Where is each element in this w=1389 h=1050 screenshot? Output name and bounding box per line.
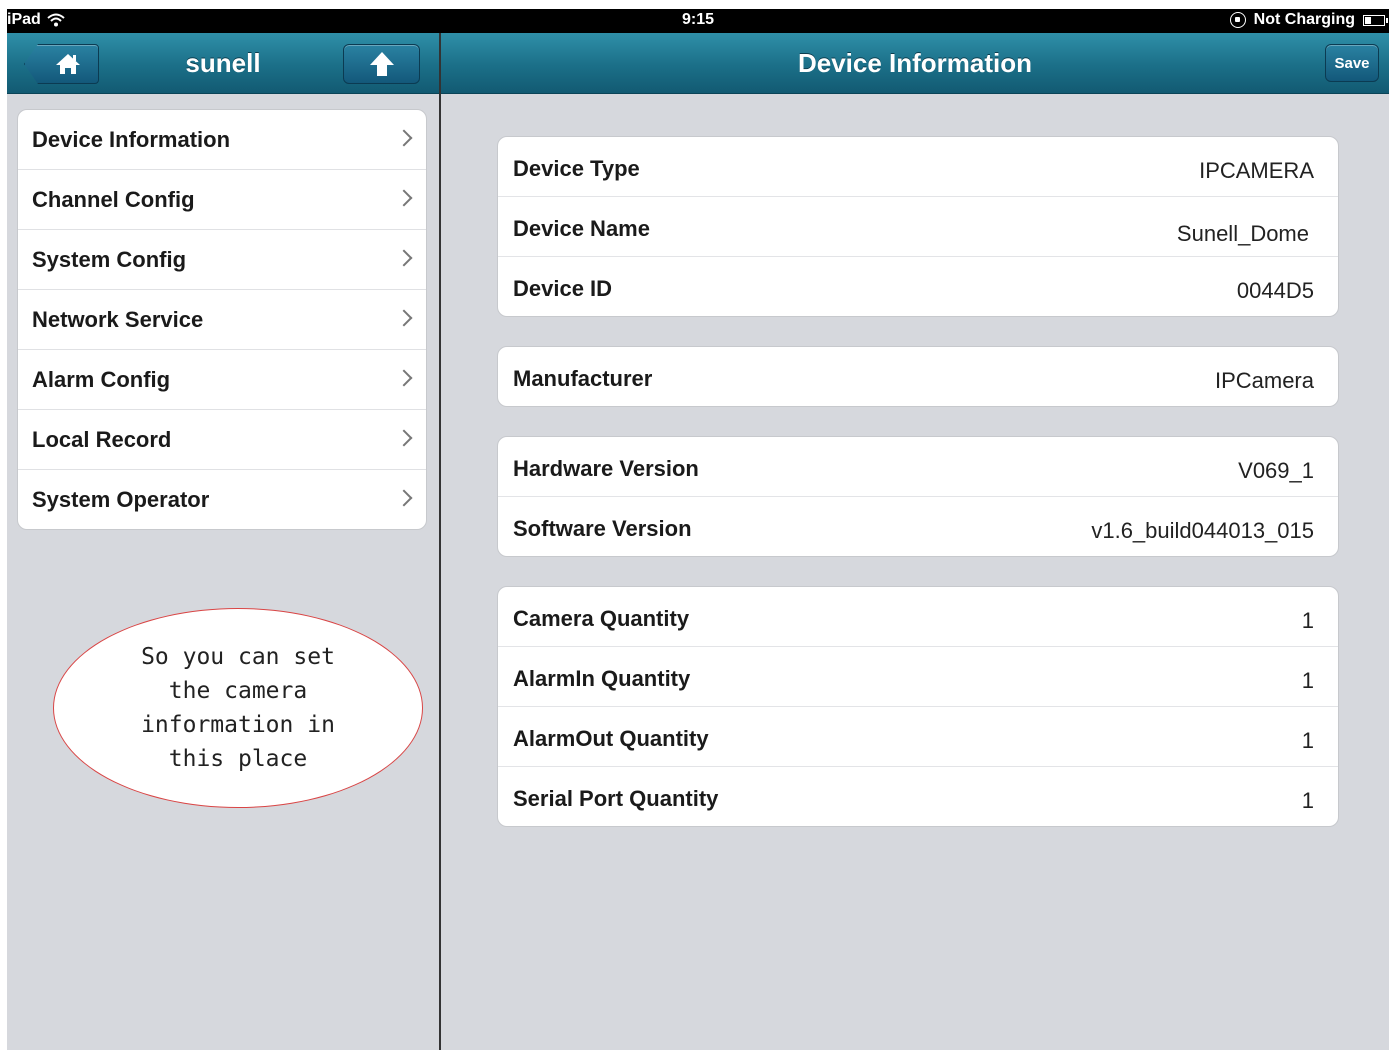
field-row-alarmin-quantity: AlarmIn Quantity 1 — [498, 647, 1338, 707]
callout-line: the camera — [168, 678, 308, 704]
field-label: AlarmOut Quantity — [513, 726, 709, 751]
quantity-group: Camera Quantity 1 AlarmIn Quantity 1 Ala… — [497, 586, 1339, 827]
field-value: 1 — [1301, 788, 1314, 813]
field-value: 0044D5 — [1236, 278, 1314, 303]
field-row-device-type: Device Type IPCAMERA — [498, 137, 1338, 197]
menu-item-alarm-config[interactable]: Alarm Config — [18, 350, 426, 410]
field-row-device-name[interactable]: Device Name Sunell_Dome — [498, 197, 1338, 257]
field-label: Device Type — [513, 156, 640, 181]
field-label: Camera Quantity — [513, 606, 690, 631]
field-value: 1 — [1301, 668, 1314, 693]
menu-item-system-config[interactable]: System Config — [18, 230, 426, 290]
pane-divider — [439, 33, 441, 1050]
chevron-right-icon — [395, 129, 413, 147]
menu-item-local-record[interactable]: Local Record — [18, 410, 426, 470]
callout-line: this place — [168, 746, 308, 772]
field-row-serial-port-quantity: Serial Port Quantity 1 — [498, 767, 1338, 826]
menu-item-network-service[interactable]: Network Service — [18, 290, 426, 350]
chevron-right-icon — [395, 369, 413, 387]
status-right: Not Charging — [1229, 11, 1388, 29]
up-button[interactable] — [343, 44, 420, 84]
charging-lock-icon — [1229, 12, 1246, 28]
callout-bubble: So you can set the camera information in… — [53, 608, 423, 808]
field-value: IPCamera — [1214, 368, 1314, 393]
device-name-input[interactable]: Sunell_Dome — [1177, 221, 1309, 247]
manufacturer-group: Manufacturer IPCamera — [497, 346, 1339, 407]
chevron-right-icon — [395, 309, 413, 327]
field-row-hardware-version: Hardware Version V069_1 — [498, 437, 1338, 497]
chevron-right-icon — [395, 429, 413, 447]
menu-item-label: Network Service — [32, 307, 204, 332]
menu-item-label: Device Information — [32, 127, 231, 152]
save-button[interactable]: Save — [1325, 44, 1379, 82]
battery-icon — [1363, 14, 1388, 26]
chevron-right-icon — [395, 249, 413, 267]
menu-item-label: Alarm Config — [32, 367, 171, 392]
home-icon — [55, 54, 80, 74]
menu-item-system-operator[interactable]: System Operator — [18, 470, 426, 529]
version-group: Hardware Version V069_1 Software Version… — [497, 436, 1339, 557]
chevron-right-icon — [395, 489, 413, 507]
field-label: Software Version — [513, 516, 692, 541]
field-value: 1 — [1301, 728, 1314, 753]
menu-item-label: System Config — [32, 247, 187, 272]
field-label: Device Name — [513, 216, 650, 241]
field-value: 1 — [1301, 608, 1314, 633]
field-value: V069_1 — [1238, 458, 1314, 483]
up-arrow-icon — [369, 52, 394, 76]
field-row-manufacturer: Manufacturer IPCamera — [498, 347, 1338, 406]
field-row-camera-quantity: Camera Quantity 1 — [498, 587, 1338, 647]
callout-text: So you can set the camera information in… — [128, 640, 348, 776]
callout-line: So you can set — [141, 644, 335, 670]
field-value: v1.6_build044013_015 — [1091, 518, 1314, 543]
field-value: IPCAMERA — [1199, 158, 1314, 183]
menu-item-label: System Operator — [32, 487, 210, 512]
device-identity-group: Device Type IPCAMERA Device Name Sunell_… — [497, 136, 1339, 317]
settings-menu: Device Information Channel Config System… — [17, 109, 427, 530]
field-label: Manufacturer — [513, 366, 653, 391]
left-nav-bar: sunell — [7, 33, 439, 94]
status-bar: iPad 9:15 Not Charging — [7, 9, 1389, 33]
field-label: Hardware Version — [513, 456, 699, 481]
chevron-right-icon — [395, 189, 413, 207]
field-row-device-id: Device ID 0044D5 — [498, 257, 1338, 316]
menu-item-label: Local Record — [32, 427, 172, 452]
menu-item-device-information[interactable]: Device Information — [18, 110, 426, 170]
callout-line: information in — [141, 712, 335, 738]
menu-item-channel-config[interactable]: Channel Config — [18, 170, 426, 230]
page-title: Device Information — [797, 48, 1033, 78]
field-row-software-version: Software Version v1.6_build044013_015 — [498, 497, 1338, 556]
charging-status: Not Charging — [1253, 11, 1355, 28]
field-label: Device ID — [513, 276, 613, 301]
field-row-alarmout-quantity: AlarmOut Quantity 1 — [498, 707, 1338, 767]
field-label: AlarmIn Quantity — [513, 666, 691, 691]
ipad-screen: iPad 9:15 Not Charging sunell Device Inf… — [7, 9, 1389, 1050]
home-button[interactable] — [24, 44, 99, 84]
status-time: 9:15 — [681, 11, 715, 28]
menu-item-label: Channel Config — [32, 187, 195, 212]
right-nav-bar: Device Information Save — [441, 33, 1389, 94]
field-label: Serial Port Quantity — [513, 786, 719, 811]
